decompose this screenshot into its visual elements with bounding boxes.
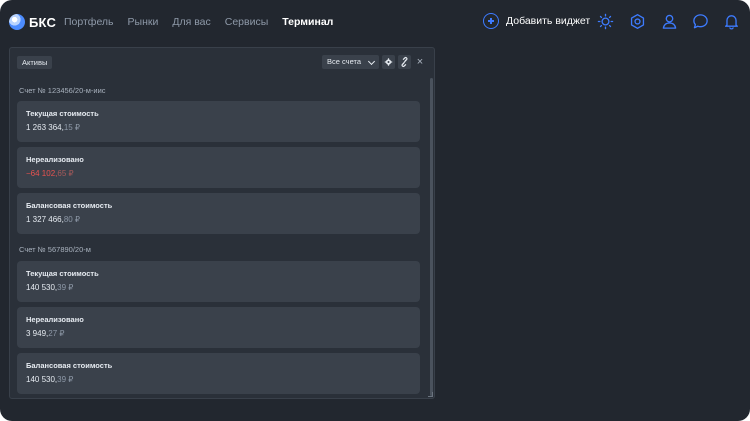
card-value: −64 102,65 ₽ [26,169,74,178]
value-integer: 140 530, [26,375,58,384]
logo-mark-icon [9,14,25,30]
add-widget-button[interactable]: Добавить виджет [483,13,590,29]
settings-icon[interactable] [629,13,646,30]
asset-card-current-value: Текущая стоимость 140 530,39 ₽ [17,261,420,302]
plus-circle-icon [483,13,499,29]
asset-card-book-value: Балансовая стоимость 140 530,39 ₽ [17,353,420,394]
logo[interactable]: БКС [9,13,56,31]
value-fraction: 39 ₽ [57,283,74,292]
nav-item-terminal[interactable]: Терминал [282,16,333,28]
top-bar: БКС Портфель Рынки Для вас Сервисы Терми… [0,0,750,44]
card-label: Текущая стоимость [26,269,99,278]
account-title: Счет № 123456/20-м-иис [19,86,106,95]
value-fraction: 27 ₽ [48,329,65,338]
value-integer: 1 263 364, [26,123,64,132]
value-fraction: 65 ₽ [57,169,74,178]
chevron-down-icon [367,57,376,66]
value-integer: 140 530, [26,283,58,292]
card-label: Текущая стоимость [26,109,99,118]
card-value: 3 949,27 ₽ [26,329,64,338]
card-label: Нереализовано [26,315,84,324]
scrollbar-thumb[interactable] [430,78,433,396]
card-value: 1 327 466,80 ₽ [26,215,80,224]
value-fraction: 80 ₽ [63,215,81,224]
widget-link-button[interactable] [398,55,411,69]
chat-icon[interactable] [692,13,709,30]
asset-card-current-value: Текущая стоимость 1 263 364,15 ₽ [17,101,420,142]
logo-text: БКС [29,14,57,30]
add-widget-label: Добавить виджет [506,15,591,27]
asset-card-unrealized: Нереализовано −64 102,65 ₽ [17,147,420,188]
resize-handle[interactable] [428,392,433,397]
card-value: 140 530,39 ₽ [26,375,73,384]
bell-icon[interactable] [723,13,740,30]
card-label: Балансовая стоимость [26,361,113,370]
sun-icon[interactable] [597,13,614,30]
nav-item-for-you[interactable]: Для вас [172,16,210,28]
gear-icon [384,58,393,66]
accounts-list: Счет № 123456/20-м-иис Текущая стоимость… [10,78,430,396]
value-integer: 1 327 466, [26,215,64,224]
card-label: Балансовая стоимость [26,201,113,210]
assets-widget: Активы Все счета × Счет № 123456/20-м-ии… [9,47,435,399]
asset-card-book-value: Балансовая стоимость 1 327 466,80 ₽ [17,193,420,234]
card-label: Нереализовано [26,155,84,164]
widget-settings-button[interactable] [382,55,395,69]
tab-assets[interactable]: Активы [17,56,53,69]
account-select-value: Все счета [327,57,362,66]
value-fraction: 39 ₽ [57,375,74,384]
app-frame: БКС Портфель Рынки Для вас Сервисы Терми… [0,0,750,421]
value-integer: 3 949, [26,329,49,338]
profile-icon[interactable] [661,13,678,30]
card-value: 140 530,39 ₽ [26,283,73,292]
link-icon [401,56,408,68]
card-value: 1 263 364,15 ₽ [26,123,80,132]
value-integer: −64 102, [26,169,58,178]
main-nav: Портфель Рынки Для вас Сервисы Терминал [64,16,347,28]
nav-item-markets[interactable]: Рынки [128,16,159,28]
account-select[interactable]: Все счета [322,55,379,69]
account-title: Счет № 567890/20-м [19,245,91,254]
value-fraction: 15 ₽ [63,123,81,132]
nav-item-services[interactable]: Сервисы [225,16,269,28]
close-widget-button[interactable]: × [414,56,426,68]
nav-item-portfolio[interactable]: Портфель [64,16,114,28]
asset-card-unrealized: Нереализовано 3 949,27 ₽ [17,307,420,348]
